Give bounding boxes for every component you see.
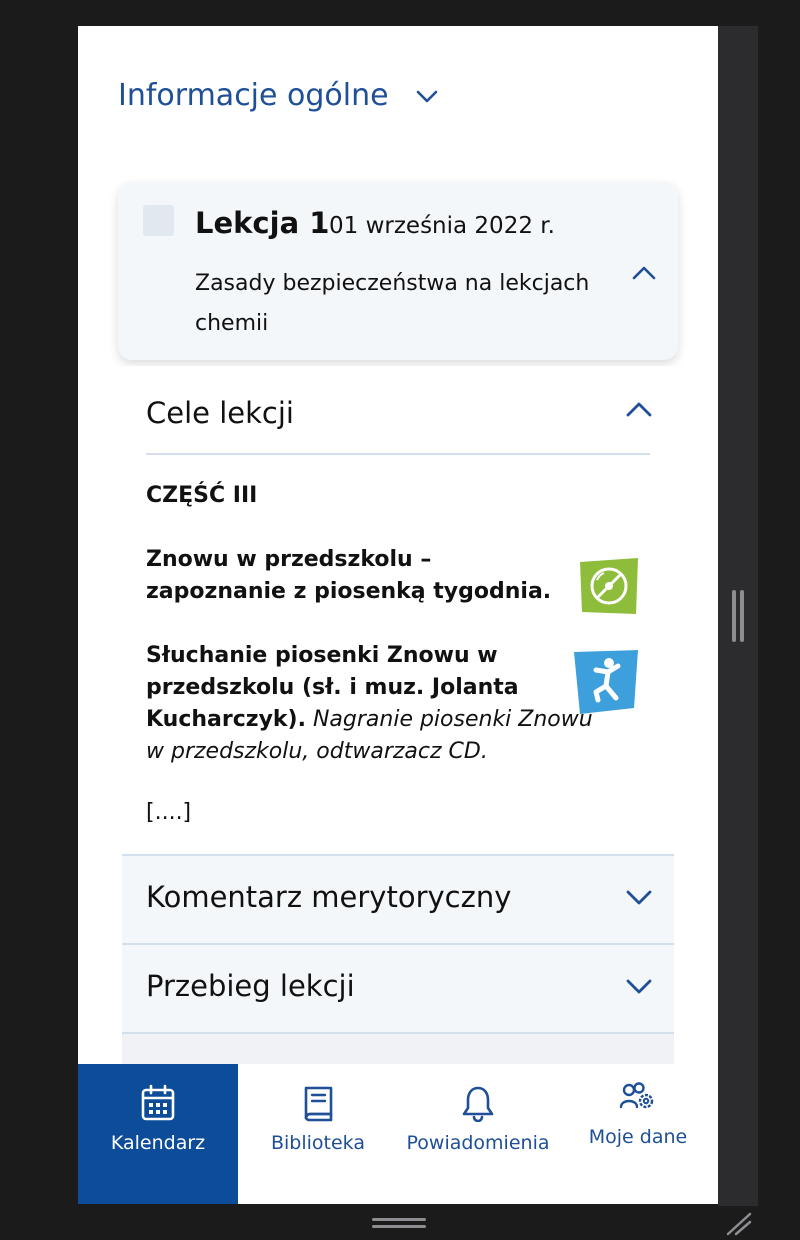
lesson-date: 01 września 2022 r.: [329, 213, 555, 239]
resize-handle[interactable]: [732, 590, 746, 642]
activity-paragraph: Słuchanie piosenki Znowu w przedszkolu (…: [146, 640, 606, 768]
chevron-up-icon[interactable]: [631, 263, 657, 283]
activity-paragraph: Znowu w przedszkolu – zapoznanie z piose…: [146, 547, 552, 604]
calendar-icon: [141, 1084, 175, 1121]
accordion-title: Komentarz merytoryczny: [146, 880, 512, 914]
chevron-down-icon: [626, 979, 652, 994]
nav-label: Biblioteka: [270, 1132, 365, 1154]
cd-icon: [580, 558, 638, 614]
section-title: Informacje ogólne: [118, 78, 389, 113]
user-settings-icon: [619, 1082, 654, 1109]
bell-icon: [462, 1086, 494, 1122]
chevron-down-icon: [626, 890, 652, 905]
app-screen: Informacje ogólne Lekcja 1 01 września 2…: [78, 26, 718, 1204]
accordion-partial-row: [122, 1032, 674, 1066]
lesson-subject: Zasady bezpieczeństwa na lekcjach chemii: [195, 271, 590, 336]
nav-label: Moje dane: [588, 1126, 688, 1148]
nav-item-kalendarz[interactable]: Kalendarz: [78, 1064, 238, 1204]
nav-item-powiadomienia[interactable]: Powiadomienia: [398, 1064, 558, 1204]
dancing-person-icon: [574, 650, 638, 714]
lesson-card[interactable]: Lekcja 1 01 września 2022 r. Zasady bezp…: [118, 182, 678, 360]
accordion-title: Przebieg lekcji: [146, 969, 355, 1003]
section-header[interactable]: Informacje ogólne: [118, 78, 439, 113]
bottom-navigation: Kalendarz Biblioteka Powiadomienia Moje …: [78, 1064, 718, 1204]
accordion-cele-lekcji: Cele lekcji CZĘŚĆ III Znowu w przedszkol…: [122, 366, 674, 854]
home-indicator[interactable]: [372, 1218, 426, 1230]
accordion-komentarz[interactable]: Komentarz merytoryczny: [122, 854, 674, 943]
accordion-przebieg[interactable]: Przebieg lekcji: [122, 943, 674, 1032]
lesson-title: Lekcja 1: [195, 206, 330, 240]
nav-item-moje-dane[interactable]: Moje dane: [558, 1064, 718, 1204]
resize-corner-icon[interactable]: [724, 1212, 752, 1236]
book-icon: [304, 1086, 333, 1122]
lesson-checkbox[interactable]: [143, 205, 174, 236]
part-heading: CZĘŚĆ III: [146, 483, 258, 508]
accordion-title[interactable]: Cele lekcji: [146, 396, 294, 430]
nav-label: Kalendarz: [110, 1132, 206, 1154]
chevron-up-icon[interactable]: [625, 399, 653, 419]
chevron-down-icon: [416, 90, 437, 102]
nav-item-biblioteka[interactable]: Biblioteka: [238, 1064, 398, 1204]
ellipsis-text: [....]: [146, 800, 192, 825]
divider: [146, 453, 650, 455]
nav-label: Powiadomienia: [406, 1132, 550, 1154]
